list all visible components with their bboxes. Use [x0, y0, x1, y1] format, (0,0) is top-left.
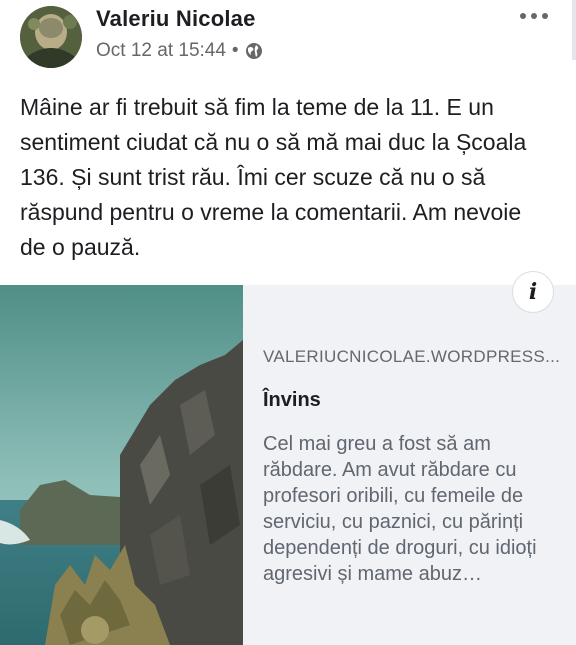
link-domain: VALERIUCNICOLAE.WORDPRESS...: [263, 347, 561, 366]
post-text: Mâine ar fi trebuit să fim la teme de la…: [20, 94, 527, 260]
avatar[interactable]: [20, 6, 82, 68]
author-name[interactable]: Valeriu Nicolae: [96, 6, 256, 32]
meta-separator: •: [231, 40, 239, 61]
post-meta: Oct 12 at 15:44 •: [96, 40, 263, 62]
info-button[interactable]: i: [512, 271, 554, 313]
more-dot: [520, 13, 526, 19]
scrollbar[interactable]: [572, 0, 576, 60]
more-dot: [542, 13, 548, 19]
more-options-icon[interactable]: [520, 10, 548, 22]
link-description: Cel mai greu a fost să am răbdare. Am av…: [263, 433, 537, 585]
coastal-cliff-image: [0, 285, 243, 645]
link-title[interactable]: Învins: [263, 389, 321, 412]
post-timestamp[interactable]: Oct 12 at 15:44: [96, 40, 226, 62]
avatar-photo: [20, 6, 82, 68]
more-dot: [531, 13, 537, 19]
globe-icon[interactable]: [245, 42, 263, 60]
link-preview-image[interactable]: [0, 285, 243, 645]
post-header: Valeriu Nicolae Oct 12 at 15:44 •: [0, 0, 576, 80]
